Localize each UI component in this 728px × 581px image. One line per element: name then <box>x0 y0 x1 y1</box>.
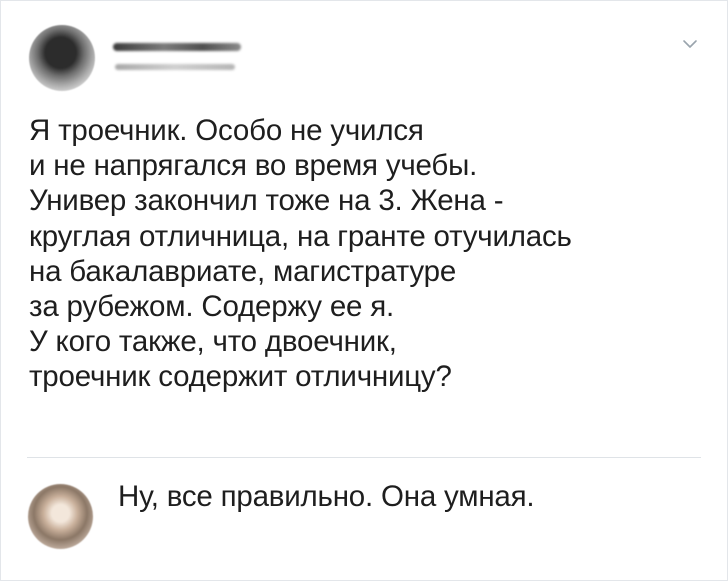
chevron-down-icon[interactable] <box>681 35 699 53</box>
author-handle-blurred[interactable] <box>115 64 235 70</box>
tweet-card: Я троечник. Особо не учился и не напряга… <box>0 0 728 581</box>
reply-text: Ну, все правильно. Она умная. <box>118 480 535 513</box>
tweet-text: Я троечник. Особо не учился и не напряга… <box>29 114 572 394</box>
divider <box>27 457 701 458</box>
author-name-blurred[interactable] <box>113 43 241 51</box>
author-avatar[interactable] <box>29 25 95 91</box>
reply-avatar[interactable] <box>28 484 93 549</box>
